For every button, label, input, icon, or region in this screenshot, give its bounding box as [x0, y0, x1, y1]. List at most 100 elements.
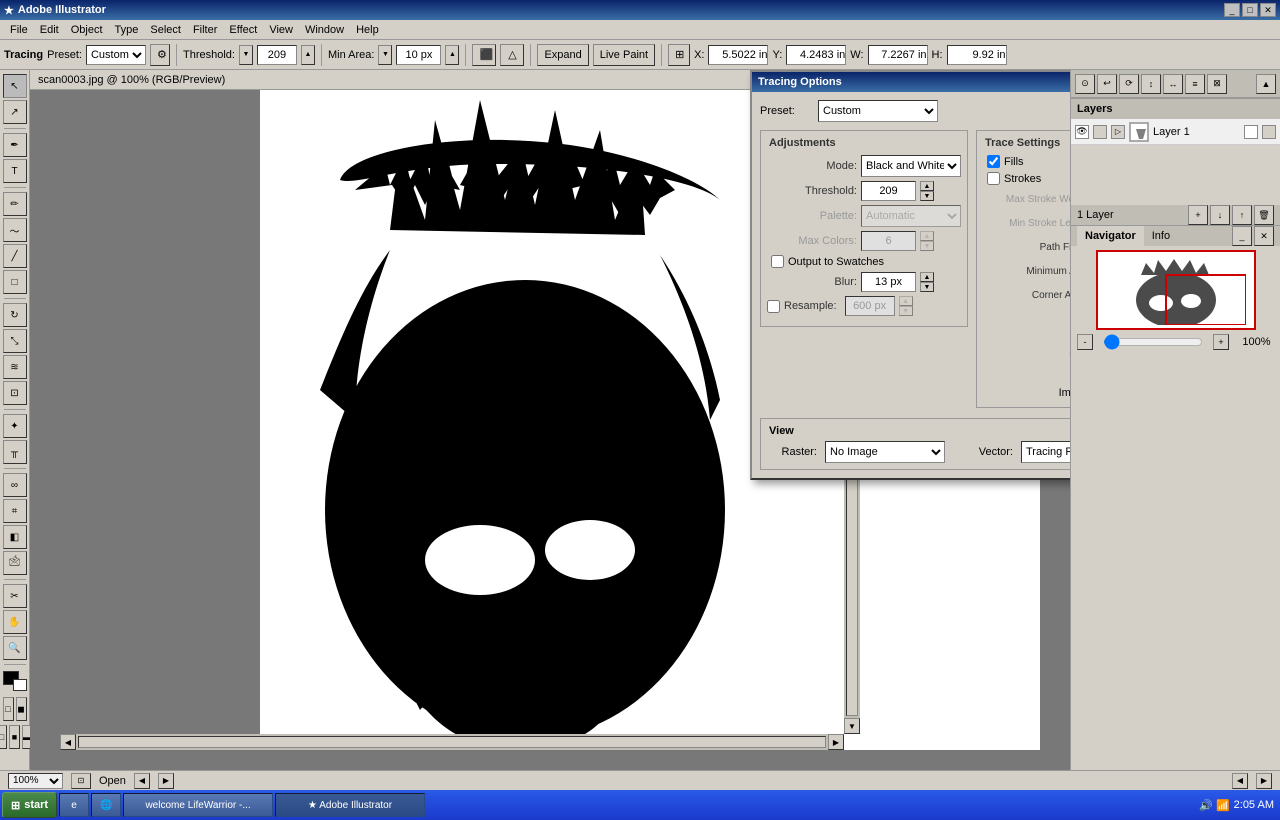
panel-btn2[interactable]: ↩	[1097, 74, 1117, 94]
tab-navigator[interactable]: Navigator	[1077, 226, 1144, 246]
threshold-spin-up[interactable]: ▲	[301, 45, 315, 65]
stroke-color[interactable]	[13, 679, 27, 691]
h-scrollbar[interactable]: ◀ ▶	[60, 734, 844, 750]
menu-select[interactable]: Select	[144, 22, 187, 38]
tool-line[interactable]: ╱	[3, 244, 27, 268]
tool-zoom[interactable]: 🔍	[3, 636, 27, 660]
maximize-button[interactable]: □	[1242, 3, 1258, 17]
threshold-up[interactable]: ▲	[920, 181, 934, 191]
x-input[interactable]	[708, 45, 768, 65]
zoom-in-button[interactable]: +	[1213, 334, 1229, 350]
fills-checkbox[interactable]	[987, 155, 1000, 168]
threshold-spin-down[interactable]: ▼	[239, 45, 253, 65]
tool-column[interactable]: ╥	[3, 440, 27, 464]
taskbar-browser-button[interactable]: 🌐	[91, 793, 121, 817]
minarea-spin-up[interactable]: ▲	[445, 45, 459, 65]
menu-type[interactable]: Type	[109, 22, 145, 38]
full-screen[interactable]: ■	[9, 725, 20, 749]
tool-select[interactable]: ↖	[3, 74, 27, 98]
panel-btn4[interactable]: ↕	[1141, 74, 1161, 94]
menu-window[interactable]: Window	[299, 22, 350, 38]
strokes-label[interactable]: Strokes	[1004, 173, 1041, 185]
blur-down[interactable]: ▼	[920, 282, 934, 292]
menu-effect[interactable]: Effect	[223, 22, 263, 38]
w-input[interactable]	[868, 45, 928, 65]
threshold-down[interactable]: ▼	[920, 191, 934, 201]
transform-btn[interactable]: ⊞	[668, 44, 690, 66]
resample-label[interactable]: Resample:	[784, 300, 837, 312]
threshold-field[interactable]: 209	[861, 181, 916, 201]
scroll-left[interactable]: ◀	[60, 734, 76, 750]
raster-select[interactable]: No Image Original Image Adjusted Image	[825, 441, 945, 463]
tool-type[interactable]: T	[3, 159, 27, 183]
panel-btn7[interactable]: ⊠	[1207, 74, 1227, 94]
panel-btn5[interactable]: ↔	[1163, 74, 1183, 94]
tool-gradient[interactable]: ◧	[3, 525, 27, 549]
status-scroll-left[interactable]: ◀	[1232, 773, 1248, 789]
menu-edit[interactable]: Edit	[34, 22, 65, 38]
panel-scroll-up[interactable]: ▲	[1256, 74, 1276, 94]
threshold-input[interactable]: 209	[257, 45, 297, 65]
nav-close[interactable]: ✕	[1254, 226, 1274, 246]
output-swatches-label[interactable]: Output to Swatches	[788, 256, 884, 268]
tool-pencil[interactable]: ✏	[3, 192, 27, 216]
tool-hand[interactable]: ✋	[3, 610, 27, 634]
live-paint-button[interactable]: Live Paint	[593, 44, 655, 66]
start-button[interactable]: ⊞ start	[2, 792, 57, 818]
toolbar-options-button[interactable]: ⚙	[150, 44, 170, 66]
minimize-button[interactable]: _	[1224, 3, 1240, 17]
tool-pen[interactable]: ✒	[3, 133, 27, 157]
fill-none[interactable]: □	[3, 697, 14, 721]
menu-filter[interactable]: Filter	[187, 22, 223, 38]
tool-rect[interactable]: □	[3, 270, 27, 294]
tool-warp[interactable]: ≋	[3, 355, 27, 379]
layer-visibility[interactable]: 👁	[1075, 125, 1089, 139]
status-prev-button[interactable]: ◀	[134, 773, 150, 789]
fills-label[interactable]: Fills	[1004, 156, 1024, 168]
menu-help[interactable]: Help	[350, 22, 385, 38]
vector-select[interactable]: Tracing Result Outlines Outlines with Tr…	[1021, 441, 1070, 463]
tool-eyedropper[interactable]: 🖄	[3, 551, 27, 575]
taskbar-task1[interactable]: welcome LifeWarrior -...	[123, 793, 273, 817]
tool-mesh[interactable]: ⌗	[3, 499, 27, 523]
tab-info[interactable]: Info	[1144, 226, 1178, 246]
tool-scissors[interactable]: ✂	[3, 584, 27, 608]
zoom-select[interactable]: 100%	[8, 773, 63, 789]
scroll-track-h[interactable]	[78, 736, 826, 748]
output-swatches-checkbox[interactable]	[771, 255, 784, 268]
tool-blend[interactable]: ∞	[3, 473, 27, 497]
taskbar-task2[interactable]: ★ Adobe Illustrator	[275, 793, 425, 817]
layer-move-up[interactable]: ↑	[1232, 205, 1252, 225]
status-next-button[interactable]: ▶	[158, 773, 174, 789]
toolbar-icon2[interactable]: △	[500, 44, 524, 66]
zoom-out-button[interactable]: -	[1077, 334, 1093, 350]
layer-expand[interactable]: ▷	[1111, 125, 1125, 139]
blur-field[interactable]: 13 px	[861, 272, 916, 292]
tool-symbol[interactable]: ✦	[3, 414, 27, 438]
h-input[interactable]	[947, 45, 1007, 65]
menu-object[interactable]: Object	[65, 22, 109, 38]
tool-rotate[interactable]: ↻	[3, 303, 27, 327]
nav-minimize[interactable]: _	[1232, 226, 1252, 246]
y-input[interactable]	[786, 45, 846, 65]
zoom-fit-button[interactable]: ⊡	[71, 773, 91, 789]
strokes-checkbox[interactable]	[987, 172, 1000, 185]
gradient-mode[interactable]: ◼	[16, 697, 27, 721]
close-button[interactable]: ✕	[1260, 3, 1276, 17]
scroll-down[interactable]: ▼	[844, 718, 860, 734]
layer-new-layer[interactable]: +	[1188, 205, 1208, 225]
status-scroll-right[interactable]: ▶	[1256, 773, 1272, 789]
layer-move-down[interactable]: ↓	[1210, 205, 1230, 225]
normal-mode[interactable]: □	[0, 725, 7, 749]
panel-btn6[interactable]: ≡	[1185, 74, 1205, 94]
zoom-slider[interactable]	[1103, 334, 1203, 350]
layer-delete[interactable]: 🗑	[1254, 205, 1274, 225]
resample-checkbox[interactable]	[767, 300, 780, 313]
expand-button[interactable]: Expand	[537, 44, 588, 66]
blur-up[interactable]: ▲	[920, 272, 934, 282]
minarea-input[interactable]	[396, 45, 441, 65]
tool-scale[interactable]: ⤡	[3, 329, 27, 353]
mode-select[interactable]: Black and White Grayscale Color	[861, 155, 961, 177]
nav-thumbnail[interactable]	[1096, 250, 1256, 330]
layer-lock[interactable]	[1093, 125, 1107, 139]
